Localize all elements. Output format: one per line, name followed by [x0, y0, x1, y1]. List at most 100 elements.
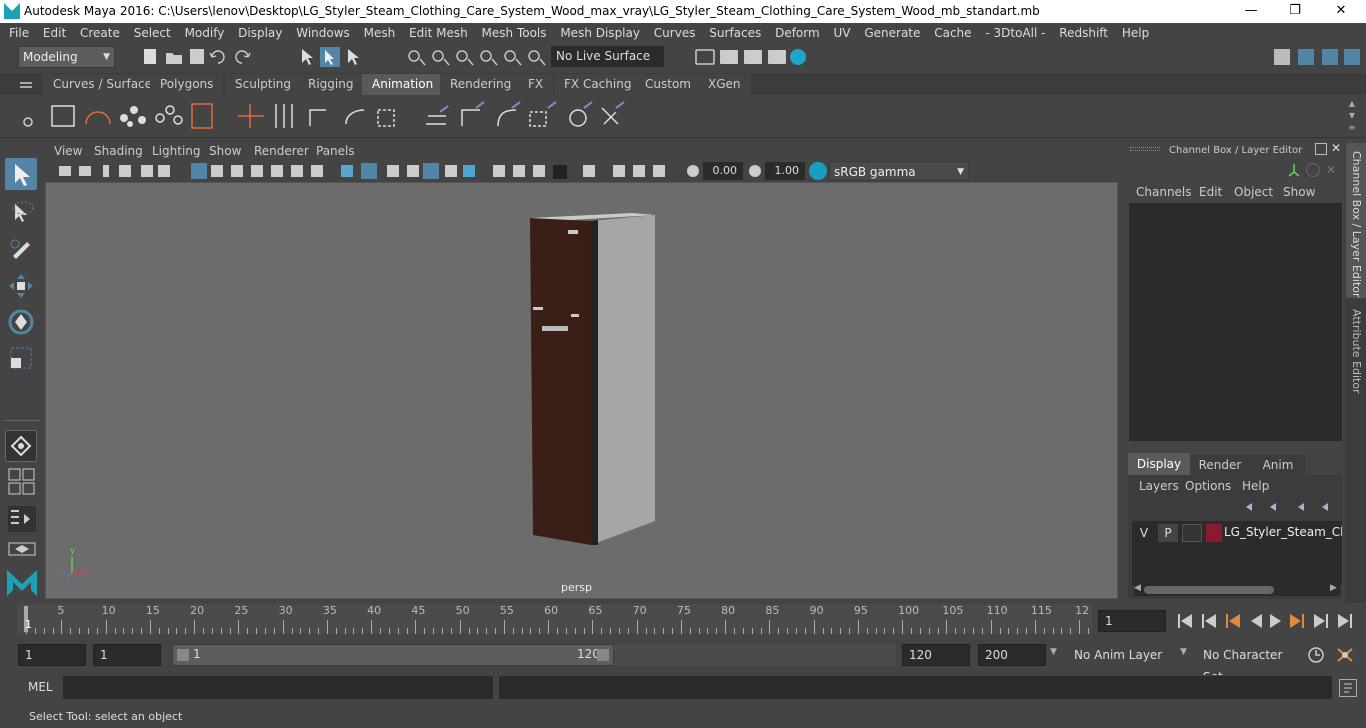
- four-view-layout-icon[interactable]: [8, 468, 36, 496]
- paint-select-tool-icon[interactable]: [5, 232, 37, 264]
- close-panel-icon[interactable]: ✕: [1331, 141, 1341, 155]
- tab-channel-box-layer-editor[interactable]: Channel Box / Layer Editor: [1346, 143, 1366, 298]
- menu-file[interactable]: File: [0, 23, 29, 43]
- mode-selector[interactable]: Modeling ▼: [18, 46, 115, 68]
- menu-deform[interactable]: Deform: [766, 23, 820, 43]
- lasso-tool-icon[interactable]: [5, 196, 37, 228]
- panel-drag-handle[interactable]: [1130, 147, 1160, 151]
- tab-layer-anim[interactable]: Anim: [1250, 455, 1306, 475]
- tab-animation[interactable]: Animation: [362, 74, 444, 95]
- live-surface-field[interactable]: No Live Surface: [551, 46, 664, 67]
- menu-edit-mesh[interactable]: Edit Mesh: [400, 23, 468, 43]
- menu-select[interactable]: Select: [125, 23, 171, 43]
- playback-end-field[interactable]: 120: [902, 644, 970, 666]
- shelf-menu-icon[interactable]: [20, 82, 32, 84]
- menu-mesh-tools[interactable]: Mesh Tools: [473, 23, 547, 43]
- tab-layer-display[interactable]: Display: [1128, 453, 1190, 475]
- tab-layer-render[interactable]: Render: [1190, 455, 1250, 475]
- menu-3dtoall[interactable]: - 3DtoAll -: [976, 23, 1045, 43]
- perspective-viewport[interactable]: y x z persp: [45, 182, 1118, 599]
- channels-menu[interactable]: Channels: [1136, 185, 1192, 199]
- menu-modify[interactable]: Modify: [176, 23, 225, 43]
- layer-visibility-toggle[interactable]: V: [1134, 524, 1154, 542]
- manipulator-icon[interactable]: [1287, 163, 1301, 177]
- menu-curves[interactable]: Curves: [645, 23, 696, 43]
- menu-display[interactable]: Display: [229, 23, 282, 43]
- tab-sculpting[interactable]: Sculpting: [225, 74, 302, 95]
- rotate-tool-icon[interactable]: [5, 306, 37, 338]
- float-panel-icon[interactable]: [1315, 143, 1327, 155]
- playback-start-field[interactable]: 1: [93, 644, 161, 666]
- viewport-menu-lighting[interactable]: Lighting: [152, 144, 201, 158]
- layer-color-swatch[interactable]: [1206, 524, 1222, 542]
- channel-show-menu[interactable]: Show: [1283, 185, 1315, 199]
- viewport-menu-renderer[interactable]: Renderer: [254, 144, 309, 158]
- layers-menu[interactable]: Layers: [1139, 479, 1179, 493]
- character-set-chevron-icon[interactable]: ▼: [1180, 647, 1187, 657]
- viewport-menu-shading[interactable]: Shading: [94, 144, 143, 158]
- anim-layer-chevron-icon[interactable]: ▼: [1050, 647, 1057, 657]
- shelf-scroll-icon[interactable]: ▲ ▼ ≡: [1345, 98, 1359, 134]
- menu-generate[interactable]: Generate: [855, 23, 920, 43]
- character-set-field[interactable]: No Character Set: [1197, 644, 1301, 684]
- menu-uv[interactable]: UV: [825, 23, 851, 43]
- outliner-layout-icon[interactable]: [8, 506, 36, 532]
- viewport-menu-show[interactable]: Show: [209, 144, 241, 158]
- tab-custom[interactable]: Custom: [635, 74, 701, 95]
- channel-list[interactable]: [1129, 203, 1342, 441]
- menu-edit[interactable]: Edit: [34, 23, 66, 43]
- anim-layer-field[interactable]: No Anim Layer: [1068, 644, 1174, 666]
- channel-edit-menu[interactable]: Edit: [1199, 185, 1222, 199]
- script-editor-icon[interactable]: [1339, 679, 1357, 697]
- layer-display-type-toggle[interactable]: [1182, 524, 1202, 542]
- tab-rigging[interactable]: Rigging: [298, 74, 364, 95]
- viewport-menu-view[interactable]: View: [54, 144, 82, 158]
- select-tool-icon[interactable]: [5, 158, 37, 190]
- tab-xgen[interactable]: XGen: [698, 74, 751, 95]
- close-button[interactable]: ✕: [1318, 0, 1364, 23]
- layer-scroll-thumb[interactable]: [1144, 586, 1274, 594]
- command-input[interactable]: [63, 676, 493, 699]
- menu-mesh-display[interactable]: Mesh Display: [551, 23, 640, 43]
- menu-help[interactable]: Help: [1113, 23, 1149, 43]
- start-time-field[interactable]: 1: [18, 644, 86, 666]
- tab-polygons[interactable]: Polygons: [150, 74, 224, 95]
- speed-icon[interactable]: [1306, 163, 1320, 177]
- range-slider-right-handle[interactable]: [597, 649, 609, 661]
- tab-fx[interactable]: FX: [518, 74, 554, 95]
- menu-cache[interactable]: Cache: [925, 23, 971, 43]
- menu-create[interactable]: Create: [71, 23, 120, 43]
- end-time-field[interactable]: 200: [978, 644, 1046, 666]
- color-space-dropdown[interactable]: sRGB gamma ▼: [829, 161, 969, 181]
- layer-playback-toggle[interactable]: P: [1158, 524, 1178, 542]
- scroll-right-icon[interactable]: ▶: [1330, 583, 1337, 593]
- range-slider[interactable]: 1 120: [172, 644, 614, 666]
- auto-key-icon[interactable]: [1306, 645, 1326, 665]
- color-management-icon[interactable]: [809, 162, 827, 180]
- layer-options-menu[interactable]: Options: [1185, 479, 1231, 493]
- menu-windows[interactable]: Windows: [287, 23, 350, 43]
- tab-fx-caching[interactable]: FX Caching: [554, 74, 642, 95]
- channel-object-menu[interactable]: Object: [1234, 185, 1273, 199]
- current-frame-field[interactable]: 1: [1098, 610, 1166, 632]
- viewport-menu-panels[interactable]: Panels: [316, 144, 355, 158]
- hyper-icon[interactable]: ✕: [1326, 163, 1340, 177]
- time-slider[interactable]: 5 10 15 20 25 30 35 40 45 50 55 60 65 70 75 80 85 90 95 100…: [18, 604, 1092, 634]
- layer-name[interactable]: LG_Styler_Steam_Cloth: [1224, 525, 1342, 539]
- scroll-left-icon[interactable]: ◀: [1134, 583, 1141, 593]
- menu-surfaces[interactable]: Surfaces: [700, 23, 761, 43]
- layer-help-menu[interactable]: Help: [1242, 479, 1269, 493]
- gamma-field[interactable]: 1.00: [765, 162, 805, 180]
- tab-rendering[interactable]: Rendering: [440, 74, 522, 95]
- animation-preferences-icon[interactable]: [1334, 645, 1356, 665]
- restore-button[interactable]: ❐: [1272, 0, 1318, 23]
- exposure-field[interactable]: 0.00: [703, 162, 743, 180]
- move-tool-icon[interactable]: [5, 270, 37, 302]
- menu-mesh[interactable]: Mesh: [355, 23, 396, 43]
- range-slider-left-handle[interactable]: [177, 649, 189, 661]
- menu-redshift[interactable]: Redshift: [1050, 23, 1108, 43]
- command-language-label[interactable]: MEL: [28, 680, 53, 694]
- graph-layout-icon[interactable]: [8, 542, 36, 556]
- single-perspective-layout-icon[interactable]: [5, 430, 37, 462]
- tab-attribute-editor[interactable]: Attribute Editor: [1346, 305, 1366, 395]
